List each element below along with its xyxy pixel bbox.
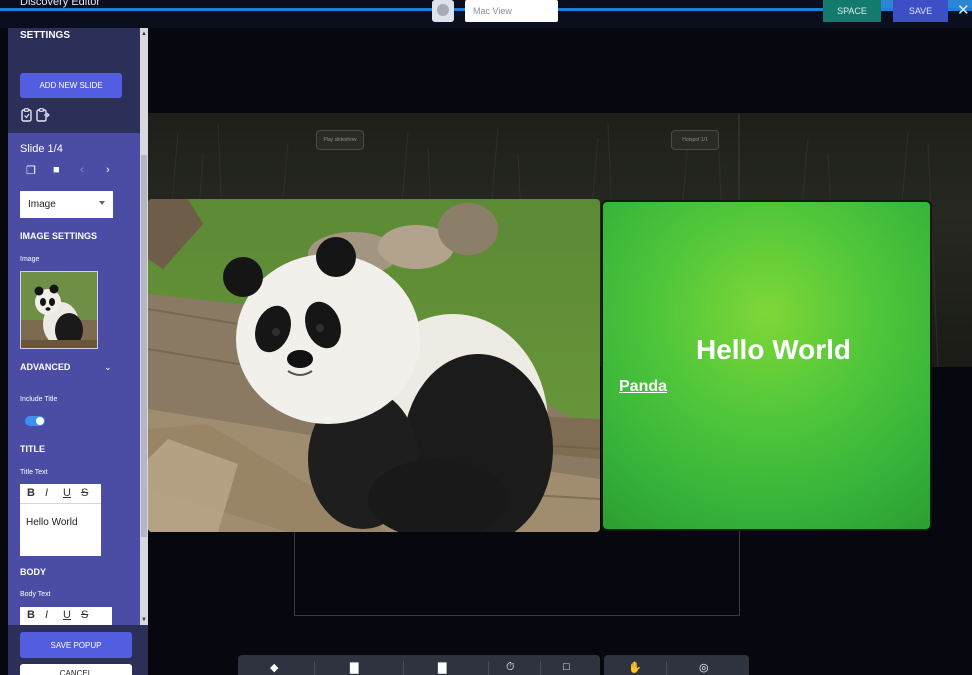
square-icon[interactable]: ▇	[438, 661, 446, 674]
slide-image[interactable]	[148, 199, 600, 532]
panda-photo	[148, 199, 600, 532]
settings-heading: SETTINGS	[20, 30, 71, 41]
select-caret-icon	[99, 201, 105, 205]
scroll-up-icon[interactable]: ▲	[141, 31, 147, 37]
cancel-button[interactable]: CANCEL	[20, 664, 132, 675]
rectangle-icon[interactable]: ▇	[350, 661, 358, 674]
duplicate-icon[interactable]: ❐	[26, 164, 36, 177]
title-text-label: Title Text	[20, 469, 48, 476]
eraser-icon[interactable]: ◆	[270, 661, 278, 674]
pointer-icon[interactable]: ✋	[628, 661, 642, 674]
body-bold-button[interactable]: B	[27, 609, 35, 621]
slide-tools: ❐ ■ ‹ ›	[26, 164, 126, 180]
panda-link[interactable]: Panda	[619, 378, 667, 396]
sidebar-footer: SAVE POPUP CANCEL	[8, 625, 148, 675]
editor-window: Discovery Editor Mac View SPACE SAVE ✕ S…	[0, 0, 972, 675]
bold-button[interactable]: B	[27, 487, 35, 499]
image-settings-heading: IMAGE SETTINGS	[20, 231, 98, 241]
target-icon[interactable]: ◎	[699, 661, 709, 674]
bottom-toolbar: ◆ ▇ ▇ ⏱ □	[238, 655, 600, 675]
toolbar-separator	[488, 661, 489, 675]
image-thumbnail[interactable]	[20, 271, 98, 349]
bottom-toolbar-secondary: ✋ ◎	[604, 655, 749, 675]
slide-title: Hello World	[695, 334, 852, 365]
add-new-slide-button[interactable]: ADD NEW SLIDE	[20, 73, 122, 98]
title-heading: TITLE	[20, 444, 45, 454]
body-italic-button[interactable]: I	[45, 609, 48, 621]
include-title-label: Include Title	[20, 396, 58, 403]
body-text-label: Body Text	[20, 591, 51, 598]
slide-text-panel[interactable]: Hello World Panda	[601, 200, 932, 531]
advanced-heading[interactable]: ADVANCED	[20, 362, 70, 372]
title-text-value[interactable]: Hello World	[26, 517, 78, 528]
save-button[interactable]: SAVE	[893, 0, 948, 22]
timer-icon[interactable]: ⏱	[506, 661, 515, 674]
scroll-thumb[interactable]	[141, 155, 147, 537]
hotspot-tag[interactable]: Hotspot 1/1	[671, 130, 719, 150]
body-heading: BODY	[20, 567, 47, 577]
title-format-toolbar: B I U S	[20, 484, 101, 504]
body-strikethrough-button[interactable]: S	[81, 609, 88, 621]
italic-button[interactable]: I	[45, 487, 48, 499]
chevron-right-icon[interactable]: ›	[106, 164, 110, 176]
image-label: Image	[20, 256, 40, 263]
body-underline-button[interactable]: U	[63, 609, 71, 621]
space-button[interactable]: SPACE	[823, 0, 881, 22]
body-format-toolbar[interactable]: B I U S	[20, 607, 112, 625]
title-text-editor[interactable]: B I U S Hello World	[20, 484, 101, 556]
app-title: Discovery Editor	[20, 0, 101, 8]
play-slideshow-tag[interactable]: Play slideshow	[316, 130, 364, 150]
top-bar: Discovery Editor Mac View SPACE SAVE ✕	[0, 0, 972, 28]
settings-sidebar: SETTINGS ADD NEW SLIDE Slide 1/4 ❐ ■ ‹ ›	[8, 28, 148, 625]
toggle-knob	[36, 417, 44, 425]
preview-toggle[interactable]	[432, 0, 454, 22]
sidebar-scrollbar[interactable]: ▲ ▼	[140, 28, 148, 625]
include-title-toggle[interactable]	[25, 416, 45, 426]
clipboard-actions	[21, 108, 51, 125]
slide-type-select[interactable]: Image	[20, 191, 113, 218]
toolbar-separator	[540, 661, 541, 675]
view-select[interactable]: Mac View	[465, 0, 558, 22]
chevron-left-icon[interactable]: ‹	[80, 164, 84, 176]
scroll-down-icon[interactable]: ▼	[141, 617, 147, 623]
underline-button[interactable]: U	[63, 487, 71, 499]
save-popup-button[interactable]: SAVE POPUP	[20, 632, 132, 658]
chevron-down-icon[interactable]: ⌄	[104, 362, 112, 373]
toolbar-separator	[314, 661, 315, 675]
close-icon[interactable]: ✕	[957, 1, 970, 19]
trash-icon[interactable]: ■	[53, 164, 60, 176]
slide-counter: Slide 1/4	[20, 143, 63, 155]
sidebar-header: SETTINGS ADD NEW SLIDE	[8, 28, 140, 133]
copy-icon[interactable]	[21, 108, 51, 122]
frame-icon[interactable]: □	[563, 661, 570, 673]
popup-frame-outline	[294, 520, 740, 616]
strikethrough-button[interactable]: S	[81, 487, 88, 499]
preview-dot-icon	[437, 4, 449, 16]
toolbar-separator	[403, 661, 404, 675]
slide-type-value: Image	[28, 199, 56, 210]
toolbar-separator	[666, 661, 667, 675]
